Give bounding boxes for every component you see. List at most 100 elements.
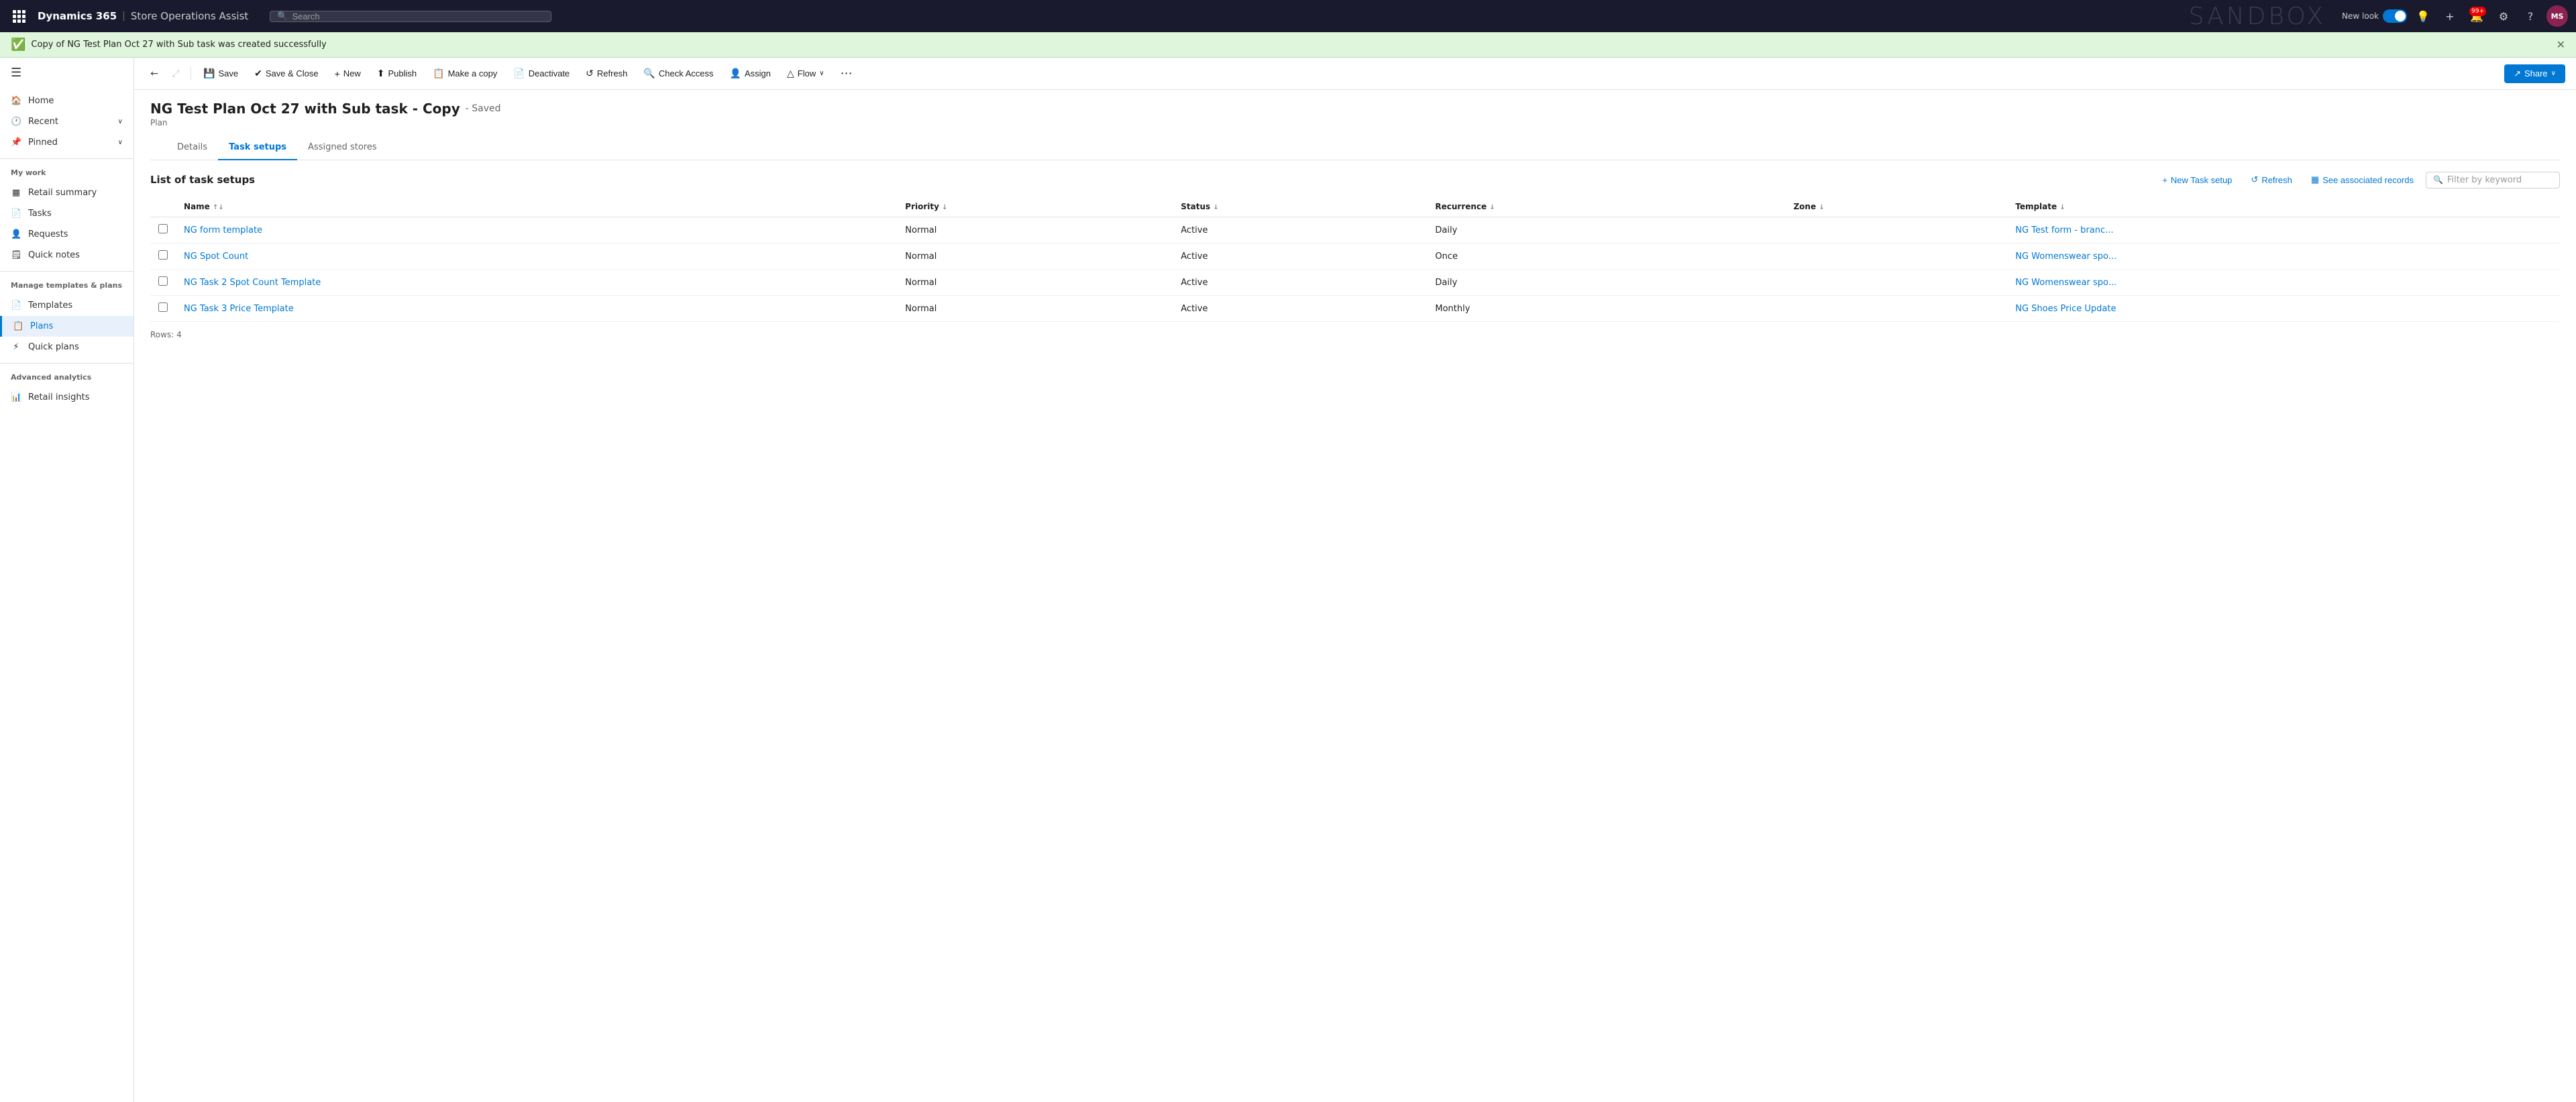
col-template-sort-icon: ↓ <box>2059 204 2065 211</box>
sidebar-item-home[interactable]: 🏠 Home <box>0 91 133 111</box>
sidebar-item-retail-summary[interactable]: ▦ Retail summary <box>0 182 133 203</box>
assign-label: Assign <box>745 68 771 78</box>
help-button[interactable]: ? <box>2520 5 2541 27</box>
new-task-setup-label: New Task setup <box>2171 175 2233 185</box>
tasks-icon: 📄 <box>11 209 21 219</box>
lightbulb-button[interactable]: 💡 <box>2412 5 2434 27</box>
row-checkbox-2[interactable] <box>158 276 168 286</box>
global-search[interactable]: 🔍 <box>270 11 551 22</box>
new-look-switch[interactable] <box>2383 9 2407 23</box>
col-priority[interactable]: Priority ↓ <box>897 197 1173 217</box>
sidebar-item-retail-insights[interactable]: 📊 Retail insights <box>0 387 133 408</box>
sidebar-item-pinned[interactable]: 📌 Pinned ∨ <box>0 132 133 153</box>
template-link-1[interactable]: NG Womenswear spo... <box>2015 252 2116 262</box>
analytics-section: 📊 Retail insights <box>0 384 133 410</box>
check-access-label: Check Access <box>659 68 714 78</box>
requests-label: Requests <box>28 229 123 239</box>
flow-button[interactable]: △ Flow ∨ <box>780 64 831 83</box>
template-link-2[interactable]: NG Womenswear spo... <box>2015 278 2116 288</box>
filter-box[interactable]: 🔍 Filter by keyword <box>2426 172 2560 188</box>
sidebar-item-tasks[interactable]: 📄 Tasks <box>0 203 133 224</box>
list-refresh-button[interactable]: ↺ Refresh <box>2244 171 2298 188</box>
list-refresh-label: Refresh <box>2261 175 2292 185</box>
flow-chevron-icon: ∨ <box>819 70 824 77</box>
tab-details[interactable]: Details <box>166 135 218 160</box>
row-checkbox-3[interactable] <box>158 302 168 312</box>
col-priority-label: Priority <box>905 202 939 211</box>
new-button[interactable]: + New <box>328 64 368 83</box>
see-associated-button[interactable]: ▦ See associated records <box>2304 171 2420 188</box>
table-row: NG Task 2 Spot Count Template Normal Act… <box>150 270 2560 296</box>
task-link-3[interactable]: NG Task 3 Price Template <box>184 304 294 314</box>
expand-button[interactable]: ⤢ <box>166 64 185 83</box>
col-status[interactable]: Status ↓ <box>1173 197 1427 217</box>
task-link-1[interactable]: NG Spot Count <box>184 252 248 262</box>
back-button[interactable]: ← <box>145 64 164 83</box>
task-link-2[interactable]: NG Task 2 Spot Count Template <box>184 278 321 288</box>
task-link-0[interactable]: NG form template <box>184 225 262 235</box>
row-checkbox-0[interactable] <box>158 224 168 233</box>
sidebar-item-quick-plans[interactable]: ⚡ Quick plans <box>0 337 133 357</box>
sidebar-item-quick-notes[interactable]: 🗒 Quick notes <box>0 245 133 266</box>
notifications-button[interactable]: 🔔 99+ <box>2466 5 2487 27</box>
quick-notes-icon: 🗒 <box>11 250 21 260</box>
header-checkbox-cell <box>150 197 176 217</box>
sidebar-item-recent[interactable]: 🕐 Recent ∨ <box>0 111 133 132</box>
row-checkbox-cell <box>150 217 176 243</box>
check-access-icon: 🔍 <box>643 68 655 79</box>
save-close-label: Save & Close <box>266 68 319 78</box>
more-options-button[interactable]: ⋯ <box>835 64 858 83</box>
col-zone[interactable]: Zone ↓ <box>1785 197 2007 217</box>
template-link-0[interactable]: NG Test form - branc... <box>2015 225 2113 235</box>
save-close-button[interactable]: ✔ Save & Close <box>248 64 325 83</box>
sidebar-toggle[interactable]: ☰ <box>0 58 133 88</box>
make-copy-button[interactable]: 📋 Make a copy <box>426 64 504 83</box>
col-template[interactable]: Template ↓ <box>2007 197 2560 217</box>
waffle-menu[interactable] <box>8 5 30 27</box>
row-priority-2: Normal <box>897 270 1173 296</box>
check-access-button[interactable]: 🔍 Check Access <box>637 64 720 83</box>
refresh-button[interactable]: ↺ Refresh <box>579 64 634 83</box>
manage-section: 📄 Templates 📋 Plans ⚡ Quick plans <box>0 292 133 360</box>
publish-button[interactable]: ⬆ Publish <box>370 64 423 83</box>
assign-button[interactable]: 👤 Assign <box>723 64 777 83</box>
col-name[interactable]: Name ↑↓ <box>176 197 897 217</box>
row-checkbox-cell <box>150 243 176 270</box>
search-icon: 🔍 <box>277 11 288 21</box>
sidebar-item-requests[interactable]: 👤 Requests <box>0 224 133 245</box>
user-avatar[interactable]: MS <box>2546 5 2568 27</box>
plus-button[interactable]: + <box>2439 5 2461 27</box>
list-area: List of task setups + New Task setup ↺ R… <box>134 160 2576 1102</box>
col-recurrence-sort-icon: ↓ <box>1489 204 1495 211</box>
col-template-label: Template <box>2015 202 2057 211</box>
templates-icon: 📄 <box>11 300 21 311</box>
brand-app[interactable]: Store Operations Assist <box>131 10 248 22</box>
sidebar-item-plans[interactable]: 📋 Plans <box>0 316 133 337</box>
share-button[interactable]: ↗ Share ∨ <box>2504 64 2565 83</box>
row-recurrence-0: Daily <box>1427 217 1785 243</box>
tab-assigned-stores[interactable]: Assigned stores <box>297 135 388 160</box>
deactivate-button[interactable]: 📄 Deactivate <box>506 64 576 83</box>
row-checkbox-1[interactable] <box>158 250 168 260</box>
save-button[interactable]: 💾 Save <box>197 64 245 83</box>
row-priority-3: Normal <box>897 296 1173 322</box>
settings-button[interactable]: ⚙ <box>2493 5 2514 27</box>
pinned-icon: 📌 <box>11 137 21 148</box>
row-recurrence-3: Monthly <box>1427 296 1785 322</box>
template-link-3[interactable]: NG Shoes Price Update <box>2015 304 2116 314</box>
row-zone-1 <box>1785 243 2007 270</box>
tab-task-setups[interactable]: Task setups <box>218 135 297 160</box>
new-task-setup-button[interactable]: + New Task setup <box>2155 172 2239 188</box>
search-input[interactable] <box>292 11 544 21</box>
brand-d365[interactable]: Dynamics 365 <box>38 10 117 22</box>
sidebar-item-templates[interactable]: 📄 Templates <box>0 295 133 316</box>
save-label: Save <box>218 68 238 78</box>
col-recurrence[interactable]: Recurrence ↓ <box>1427 197 1785 217</box>
new-look-label: New look <box>2342 11 2379 21</box>
templates-label: Templates <box>28 300 123 311</box>
close-banner-button[interactable]: ✕ <box>2557 38 2565 51</box>
flow-label: Flow <box>798 68 816 78</box>
quick-plans-label: Quick plans <box>28 342 123 352</box>
col-zone-label: Zone <box>1793 202 1816 211</box>
see-associated-label: See associated records <box>2322 175 2414 185</box>
